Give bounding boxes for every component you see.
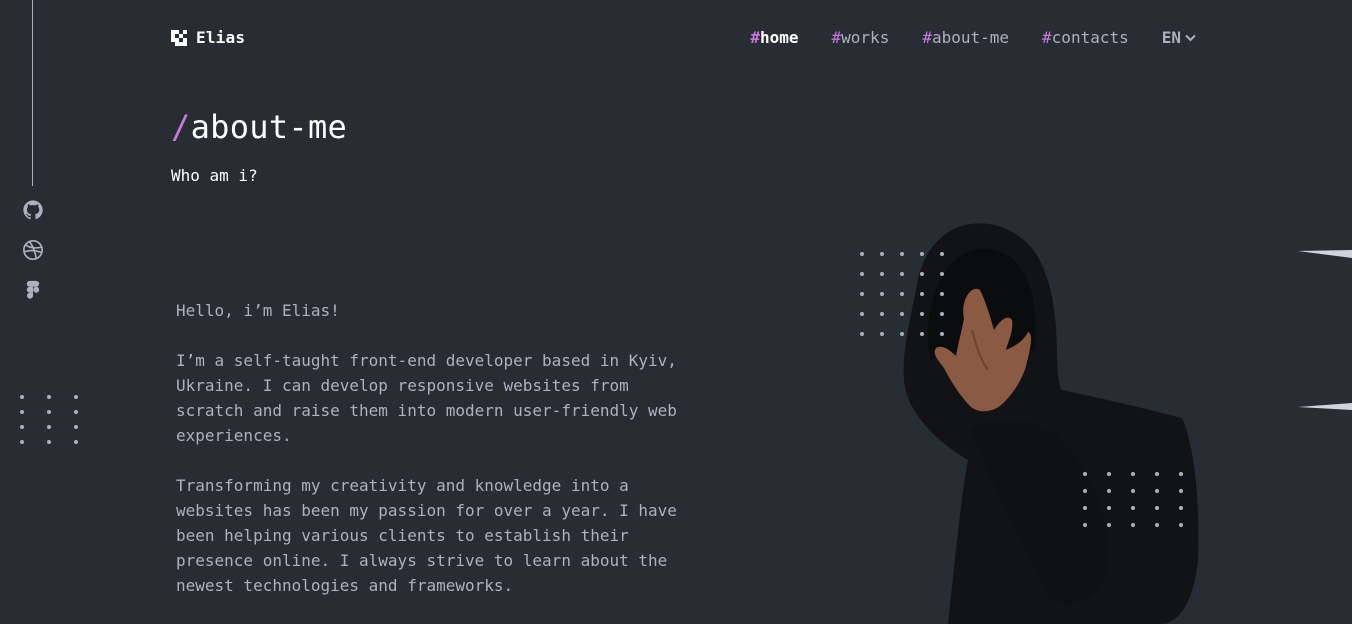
language-selector[interactable]: EN [1162,28,1196,47]
logo[interactable]: Elias [171,28,245,47]
about-paragraph: I’m a self-taught front-end developer ba… [176,351,677,445]
dot-grid-hero-top [860,252,944,336]
page-title: /about-me [171,108,347,146]
nav-contacts[interactable]: #contacts [1042,28,1129,47]
chevron-down-icon [1185,34,1196,41]
language-label: EN [1161,28,1181,47]
title-slash: / [171,108,191,146]
main-nav: #home #works #about-me #contacts EN [750,28,1196,47]
title-text: about-me [190,108,348,146]
page: Elias #home #works #about-me #contacts E… [0,0,1352,624]
sidebar-line [32,0,33,186]
github-icon[interactable] [21,198,45,222]
nav-works[interactable]: #works [832,28,890,47]
nav-about-me[interactable]: #about-me [922,28,1009,47]
page-subtitle: Who am i? [171,166,258,185]
about-paragraph: Hello, i’m Elias! [176,301,340,320]
decorative-streak [1298,403,1352,410]
about-paragraph: Transforming my creativity and knowledge… [176,476,677,595]
dot-grid-hero-bottom [1083,472,1183,527]
logo-name: Elias [196,28,246,47]
dot-grid-left [20,395,78,444]
decorative-streak [1298,250,1352,258]
figma-icon[interactable] [21,278,45,302]
logo-icon [171,29,187,46]
nav-home[interactable]: #home [750,28,798,47]
dribbble-icon[interactable] [21,238,45,262]
about-text: Hello, i’m Elias! I’m a self-taught fron… [176,298,696,623]
